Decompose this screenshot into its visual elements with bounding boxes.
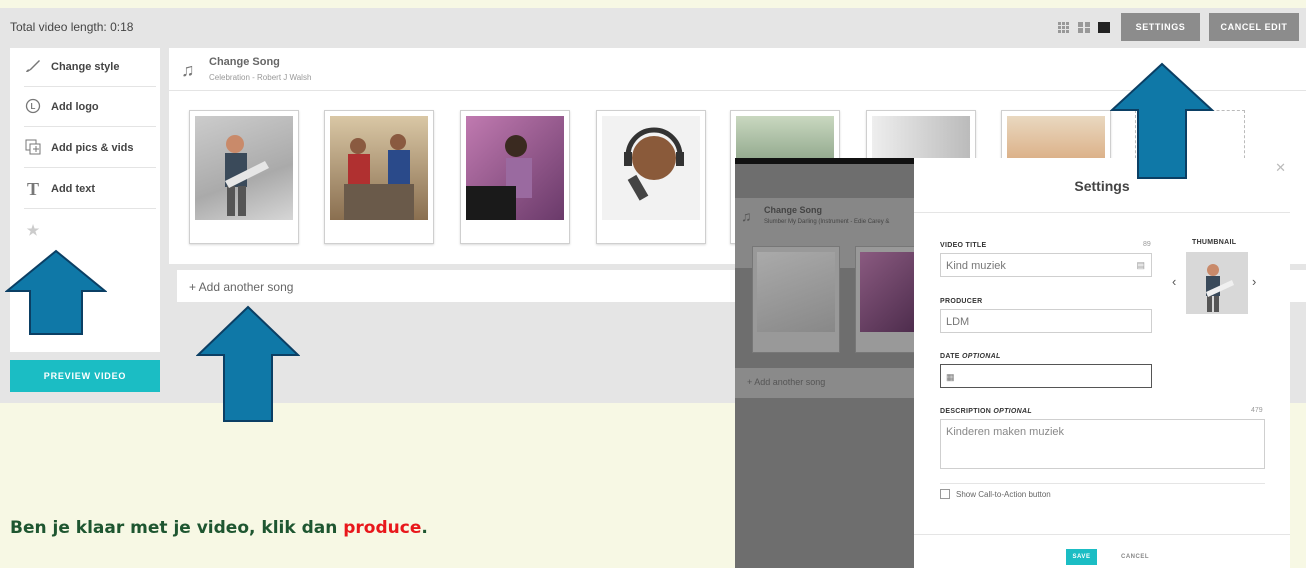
settings-button[interactable]: SETTINGS — [1121, 13, 1200, 41]
thumbnail-image — [466, 116, 564, 220]
overlay-thumbnail — [752, 246, 840, 353]
text-icon: T — [26, 178, 39, 199]
arrow-pointer — [5, 249, 107, 335]
cancel-button[interactable]: CANCEL — [1121, 554, 1149, 560]
modal-divider — [914, 212, 1290, 213]
chevron-left-icon[interactable]: ‹ — [1172, 274, 1176, 289]
modal-title: Settings — [1074, 178, 1130, 194]
chevron-right-icon[interactable]: › — [1252, 274, 1256, 289]
video-title-input[interactable]: Kind muziek ▤ — [940, 253, 1152, 277]
tool-label: Change style — [51, 61, 120, 73]
tool-label: Add logo — [51, 101, 99, 113]
tool-add-logo[interactable]: L Add logo — [24, 88, 156, 127]
music-note-icon: ♫ — [741, 208, 752, 224]
arrow-pointer — [196, 305, 300, 422]
thumbnail-picker[interactable] — [1186, 252, 1248, 314]
overlay-add-song: + Add another song — [735, 368, 915, 398]
tool-hidden-1[interactable]: ★ — [24, 211, 156, 249]
media-thumbnail[interactable] — [324, 110, 434, 244]
top-bar: Total video length: 0:18 SETTINGS CANCEL… — [0, 8, 1306, 46]
grid-small-icon[interactable] — [1058, 22, 1070, 33]
cta-checkbox[interactable]: Show Call-to-Action button — [940, 489, 1051, 499]
overlay-thumbnail — [855, 246, 915, 353]
instruction-text: Ben je klaar met je video, klik dan prod… — [10, 518, 428, 538]
producer-input[interactable]: LDM — [940, 309, 1152, 333]
date-label: DATE OPTIONAL — [940, 353, 1001, 360]
calendar-icon: ▦ — [946, 372, 955, 382]
thumbnail-image — [602, 116, 700, 220]
media-thumbnail[interactable] — [460, 110, 570, 244]
svg-text:L: L — [31, 102, 36, 111]
cancel-edit-button[interactable]: CANCEL EDIT — [1209, 13, 1299, 41]
media-thumbnail[interactable] — [189, 110, 299, 244]
checkbox[interactable] — [940, 489, 950, 499]
thumbnail-image — [195, 116, 293, 220]
description-textarea[interactable]: Kinderen maken muziek — [940, 419, 1265, 469]
tool-add-text[interactable]: T Add text — [24, 170, 156, 209]
overlay-song-title: Change Song — [764, 205, 822, 215]
song-name: Celebration - Robert J Walsh — [209, 73, 312, 82]
media-thumbnail[interactable] — [596, 110, 706, 244]
text-counter-icon: ▤ — [1136, 260, 1145, 270]
video-title-count: 89 — [1143, 241, 1151, 248]
arrow-pointer — [1110, 62, 1214, 179]
thumbnail-label: THUMBNAIL — [1192, 239, 1237, 246]
producer-label: PRODUCER — [940, 298, 983, 305]
total-video-length: Total video length: 0:18 — [10, 20, 134, 34]
dimmed-background: ♫ Change Song Slumber My Darling (Instru… — [735, 158, 915, 568]
pics-icon — [24, 139, 42, 158]
save-button[interactable]: SAVE — [1066, 549, 1097, 565]
tool-label: Add text — [51, 183, 95, 195]
settings-modal: ✕ Settings VIDEO TITLE 89 Kind muziek ▤ … — [914, 158, 1290, 568]
tool-label: Add pics & vids — [51, 142, 134, 154]
description-label: DESCRIPTION OPTIONAL — [940, 408, 1032, 415]
tool-add-pics[interactable]: Add pics & vids — [24, 129, 156, 168]
view-toggle — [1058, 22, 1110, 33]
single-view-icon[interactable] — [1098, 22, 1110, 33]
tool-change-style[interactable]: Change style — [24, 48, 156, 87]
thumbnail-image — [330, 116, 428, 220]
preview-video-button[interactable]: PREVIEW VIDEO — [10, 360, 160, 392]
description-count: 479 — [1251, 407, 1263, 414]
overlay-song-subtitle: Slumber My Darling (Instrument - Edie Ca… — [764, 219, 890, 225]
grid-large-icon[interactable] — [1078, 22, 1090, 33]
date-input[interactable]: ▦ — [940, 364, 1152, 388]
brush-icon — [24, 59, 42, 76]
add-another-song-label: + Add another song — [189, 280, 294, 294]
logo-icon: L — [24, 98, 42, 117]
video-title-label: VIDEO TITLE — [940, 242, 987, 249]
star-icon: ★ — [26, 221, 40, 238]
change-song-title[interactable]: Change Song — [209, 56, 280, 68]
music-note-icon: ♫ — [181, 60, 195, 80]
close-icon[interactable]: ✕ — [1275, 160, 1286, 176]
